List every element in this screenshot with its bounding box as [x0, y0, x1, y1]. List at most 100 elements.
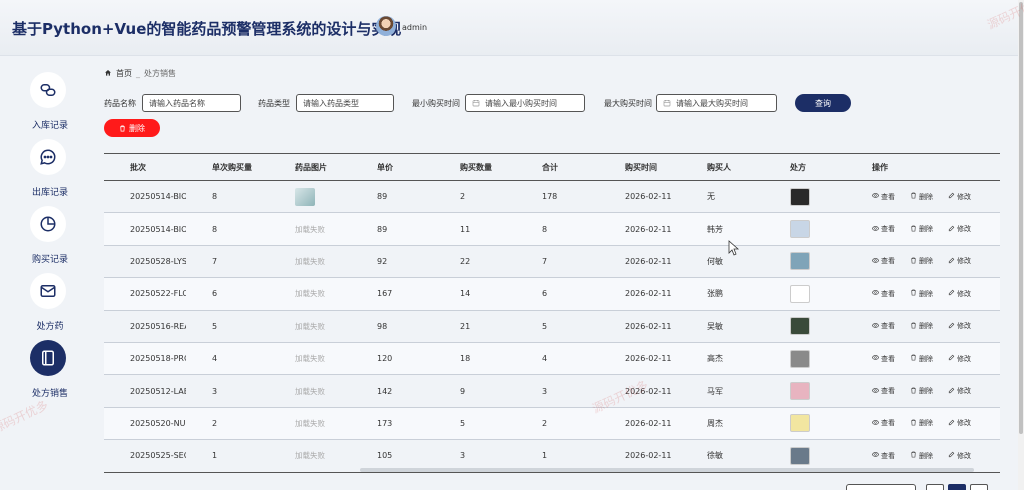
next-page-button[interactable] — [970, 484, 988, 490]
delete-button-label: 删除 — [129, 123, 145, 133]
view-button[interactable]: 查看 — [871, 354, 895, 364]
drug-type-input[interactable] — [296, 94, 394, 112]
cell-ops: 查看 删除 修改 — [846, 374, 1000, 408]
breadcrumb: 首页 _ 处方销售 — [104, 68, 176, 79]
cell-total: 5 — [516, 310, 599, 343]
edit-button[interactable]: 修改 — [948, 451, 971, 461]
view-button[interactable]: 查看 — [871, 386, 895, 396]
sidebar-item-rx-sales[interactable]: 处方销售 — [0, 340, 100, 402]
prescription-image[interactable] — [790, 284, 810, 303]
drug-name-input[interactable] — [142, 94, 241, 112]
cell-ops: 查看 删除 修改 — [846, 212, 1000, 246]
home-icon[interactable] — [104, 69, 112, 79]
sidebar-item-purchase[interactable]: 购买记录 — [0, 206, 100, 268]
sidebar-item-outbound[interactable]: 出库记录 — [0, 139, 100, 201]
drug-image-fail: 加载失败 — [295, 354, 325, 364]
min-time-input[interactable] — [485, 98, 580, 108]
cell-prescription — [764, 374, 846, 408]
link-icon — [30, 72, 66, 108]
table-row: 20250528-LYS017 7 加载失败 92 22 7 2026-02-1… — [104, 245, 1000, 279]
edit-button[interactable]: 修改 — [948, 192, 971, 202]
edit-icon — [948, 322, 955, 331]
cell-image: 加载失败 — [269, 439, 351, 473]
view-button[interactable]: 查看 — [871, 289, 895, 299]
delete-row-button[interactable]: 删除 — [910, 386, 933, 396]
delete-row-button[interactable]: 删除 — [910, 354, 933, 364]
eye-icon — [871, 387, 880, 396]
delete-row-button[interactable]: 删除 — [910, 192, 933, 202]
cell-batch: 20250514-BIO003 — [104, 180, 186, 214]
prescription-image[interactable] — [790, 349, 810, 368]
prescription-image[interactable] — [790, 414, 810, 433]
cell-prescription — [764, 310, 846, 343]
cell-price: 142 — [351, 374, 434, 408]
eye-icon — [871, 322, 880, 331]
cell-per-qty: 6 — [186, 277, 269, 311]
cell-buyer: 张鹏 — [681, 277, 764, 311]
calendar-icon — [472, 100, 480, 107]
trash-icon — [910, 451, 917, 460]
edit-button[interactable]: 修改 — [948, 224, 971, 234]
delete-row-button[interactable]: 删除 — [910, 418, 933, 428]
sidebar-item-inbound[interactable]: 入库记录 — [0, 72, 100, 134]
edit-button[interactable]: 修改 — [948, 386, 971, 396]
vertical-scrollbar-thumb[interactable] — [1019, 2, 1023, 434]
avatar[interactable] — [376, 16, 396, 36]
view-button[interactable]: 查看 — [871, 451, 895, 461]
cell-total: 178 — [516, 180, 599, 214]
drug-image[interactable] — [295, 187, 315, 206]
breadcrumb-home[interactable]: 首页 — [116, 68, 132, 79]
min-time-picker[interactable] — [465, 94, 585, 112]
trash-icon — [910, 289, 917, 298]
prescription-image[interactable] — [790, 220, 810, 239]
view-button[interactable]: 查看 — [871, 256, 895, 266]
prescription-image[interactable] — [790, 382, 810, 401]
delete-row-button[interactable]: 删除 — [910, 321, 933, 331]
delete-row-button[interactable]: 删除 — [910, 256, 933, 266]
view-button[interactable]: 查看 — [871, 224, 895, 234]
cell-buyer: 马军 — [681, 374, 764, 408]
edit-icon — [948, 387, 955, 396]
delete-row-button[interactable]: 删除 — [910, 289, 933, 299]
search-button[interactable]: 查询 — [795, 94, 851, 112]
eye-icon — [871, 225, 880, 234]
cell-batch: 20250512-LAB001 — [104, 374, 186, 408]
delete-row-button[interactable]: 删除 — [910, 224, 933, 234]
col-header: 合计 — [516, 153, 599, 181]
view-button[interactable]: 查看 — [871, 192, 895, 202]
edit-button[interactable]: 修改 — [948, 256, 971, 266]
top-header: 基于Python+Vue的智能药品预警管理系统的设计与实现 admin — [0, 0, 1018, 56]
view-button[interactable]: 查看 — [871, 418, 895, 428]
max-time-input[interactable] — [676, 98, 771, 108]
username[interactable]: admin — [402, 23, 427, 32]
sidebar-item-label: 处方药 — [36, 322, 64, 332]
trash-icon — [910, 225, 917, 234]
cell-qty: 22 — [434, 245, 516, 279]
page-button-1[interactable] — [948, 484, 966, 490]
delete-button[interactable]: 删除 — [104, 119, 160, 137]
horizontal-scrollbar[interactable] — [360, 468, 974, 472]
cell-total: 4 — [516, 342, 599, 376]
trash-icon — [910, 257, 917, 266]
prescription-image[interactable] — [790, 446, 810, 465]
trash-icon — [910, 387, 917, 396]
edit-button[interactable]: 修改 — [948, 289, 971, 299]
cell-image: 加载失败 — [269, 245, 351, 279]
cell-image: 加载失败 — [269, 277, 351, 311]
cell-qty: 11 — [434, 212, 516, 246]
cell-time: 2026-02-11 — [599, 245, 681, 279]
prescription-image[interactable] — [790, 252, 810, 271]
col-header: 购买人 — [681, 153, 764, 181]
page-size-select[interactable] — [846, 484, 916, 490]
prev-page-button[interactable] — [926, 484, 944, 490]
max-time-picker[interactable] — [656, 94, 777, 112]
prescription-image[interactable] — [790, 317, 810, 336]
view-button[interactable]: 查看 — [871, 321, 895, 331]
sidebar-item-rx-drugs[interactable]: 处方药 — [0, 273, 100, 335]
prescription-image[interactable] — [790, 187, 810, 206]
edit-button[interactable]: 修改 — [948, 354, 971, 364]
edit-button[interactable]: 修改 — [948, 418, 971, 428]
cell-prescription — [764, 407, 846, 441]
delete-row-button[interactable]: 删除 — [910, 451, 933, 461]
edit-button[interactable]: 修改 — [948, 321, 971, 331]
